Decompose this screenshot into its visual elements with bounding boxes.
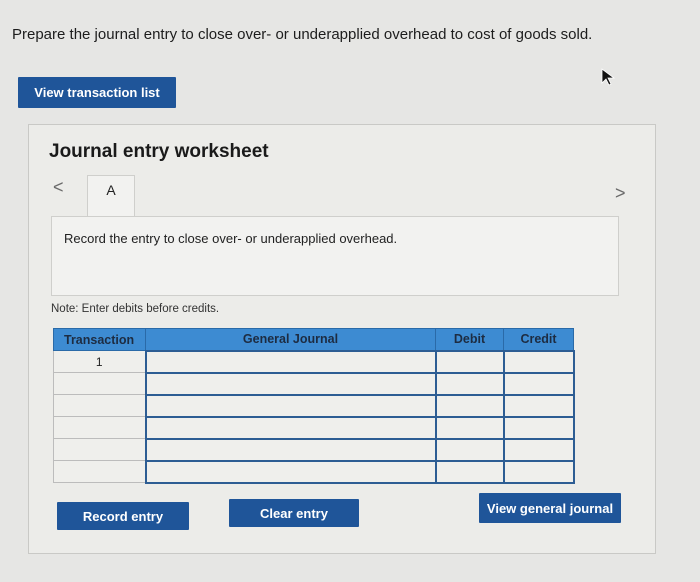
record-entry-button[interactable]: Record entry: [57, 502, 189, 530]
tab-a[interactable]: A: [87, 175, 135, 217]
credit-input[interactable]: [502, 459, 575, 484]
debit-input[interactable]: [434, 393, 505, 418]
account-input[interactable]: [144, 437, 437, 462]
table-row: [53, 393, 575, 418]
worksheet-title: Journal entry worksheet: [49, 141, 269, 162]
prev-arrow-icon[interactable]: <: [53, 177, 64, 198]
header-credit: Credit: [503, 328, 574, 351]
account-input[interactable]: [144, 415, 437, 440]
credit-input[interactable]: [502, 371, 575, 396]
instruction-panel: Record the entry to close over- or under…: [51, 216, 619, 296]
debit-input[interactable]: [434, 415, 505, 440]
debit-input[interactable]: [434, 459, 505, 484]
debit-input[interactable]: [434, 437, 505, 462]
table-row: 1: [53, 349, 575, 374]
header-debit: Debit: [435, 328, 504, 351]
account-input[interactable]: [144, 349, 437, 374]
next-arrow-icon[interactable]: >: [615, 183, 626, 204]
table-row: [53, 459, 575, 484]
question-prompt: Prepare the journal entry to close over-…: [12, 26, 593, 43]
table-row: [53, 437, 575, 462]
journal-table: Transaction General Journal Debit Credit…: [53, 328, 575, 484]
transaction-cell: [53, 460, 146, 483]
credit-input[interactable]: [502, 437, 575, 462]
header-general-journal: General Journal: [145, 328, 436, 351]
account-input[interactable]: [144, 393, 437, 418]
transaction-cell: 1: [53, 350, 146, 373]
account-input[interactable]: [144, 459, 437, 484]
journal-entry-worksheet: Journal entry worksheet < > A Record the…: [28, 124, 656, 554]
credit-input[interactable]: [502, 393, 575, 418]
account-input[interactable]: [144, 371, 437, 396]
transaction-cell: [53, 416, 146, 439]
mouse-cursor-icon: [601, 68, 615, 86]
header-transaction: Transaction: [53, 328, 146, 351]
table-row: [53, 415, 575, 440]
view-general-journal-button[interactable]: View general journal: [479, 493, 621, 523]
credit-input[interactable]: [502, 415, 575, 440]
entry-note: Note: Enter debits before credits.: [51, 303, 220, 315]
clear-entry-button[interactable]: Clear entry: [229, 499, 359, 527]
transaction-cell: [53, 438, 146, 461]
debit-input[interactable]: [434, 349, 505, 374]
credit-input[interactable]: [502, 349, 575, 374]
view-transaction-list-button[interactable]: View transaction list: [18, 77, 176, 108]
instruction-text: Record the entry to close over- or under…: [64, 231, 398, 246]
transaction-cell: [53, 394, 146, 417]
debit-input[interactable]: [434, 371, 505, 396]
table-row: [53, 371, 575, 396]
transaction-cell: [53, 372, 146, 395]
